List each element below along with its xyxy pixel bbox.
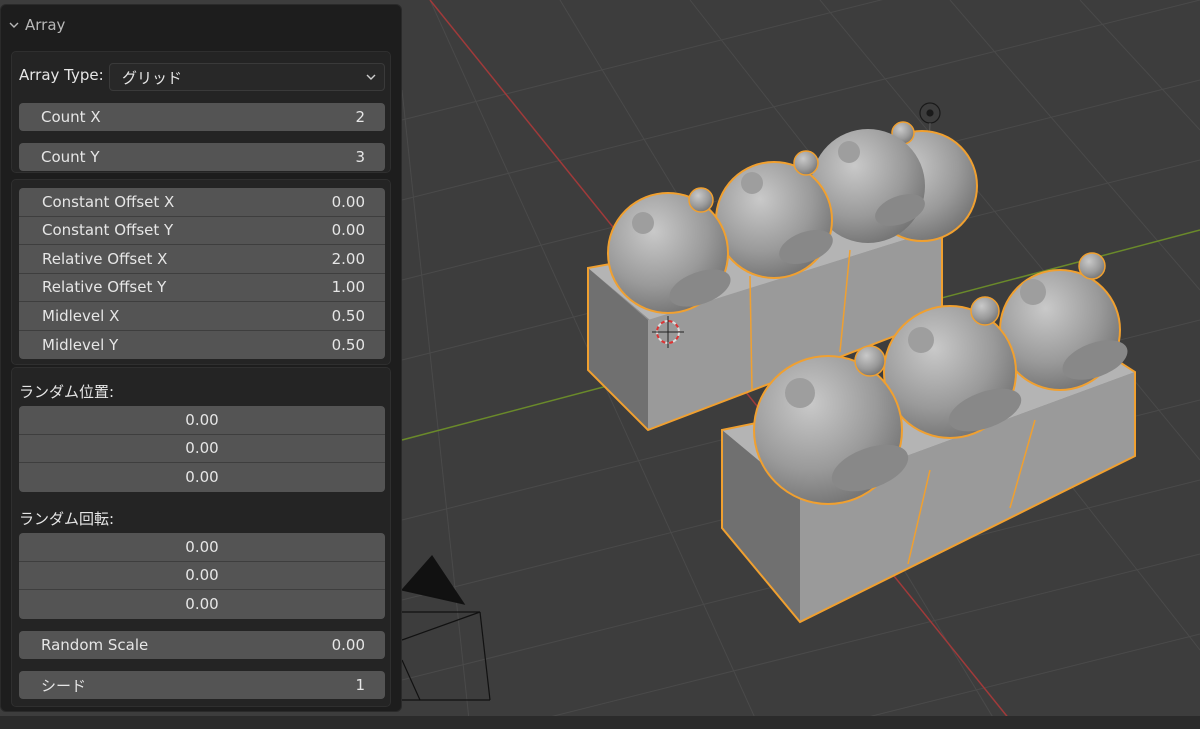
relative-offset-x-field[interactable]: Relative Offset X 2.00 (19, 245, 385, 274)
chevron-down-icon (366, 74, 376, 80)
seed-label: シード (41, 676, 87, 695)
midlevel-x-field[interactable]: Midlevel X 0.50 (19, 302, 385, 331)
field-label: Midlevel X (42, 306, 120, 325)
constant-offset-y-field[interactable]: Constant Offset Y 0.00 (19, 217, 385, 245)
relative-offset-y-field[interactable]: Relative Offset Y 1.00 (19, 274, 385, 302)
panel-title: Array (25, 16, 66, 34)
field-value: 2.00 (331, 249, 365, 268)
field-value: 0.00 (331, 192, 365, 211)
seed-value: 1 (355, 676, 365, 694)
random-rotation-label: ランダム回転: (19, 510, 115, 528)
field-value: 0.00 (331, 221, 365, 240)
field-value: 0.00 (185, 537, 219, 556)
field-value: 1.00 (331, 278, 365, 297)
random-scale-value: 0.00 (331, 636, 365, 654)
random-rotation-y-field[interactable]: 0.00 (19, 562, 385, 590)
random-location-x-field[interactable]: 0.00 (19, 406, 385, 435)
count-x-field[interactable]: Count X 2 (19, 103, 385, 131)
count-x-label: Count X (41, 108, 101, 126)
random-rotation-x-field[interactable]: 0.00 (19, 533, 385, 562)
field-value: 0.00 (185, 410, 219, 429)
array-type-value: グリッド (122, 68, 183, 87)
array-type-label: Array Type: (19, 66, 104, 84)
field-value: 0.00 (185, 566, 219, 585)
count-y-label: Count Y (41, 148, 100, 166)
status-bar (0, 716, 1200, 729)
random-scale-field[interactable]: Random Scale 0.00 (19, 631, 385, 659)
field-value: 0.00 (185, 439, 219, 458)
random-scale-label: Random Scale (41, 636, 149, 654)
field-label: Constant Offset Y (42, 221, 174, 240)
array-operator-panel: Array Array Type: グリッド Count X 2 Count Y… (0, 4, 402, 712)
field-label: Midlevel Y (42, 335, 119, 354)
random-location-z-field[interactable]: 0.00 (19, 463, 385, 492)
seed-field[interactable]: シード 1 (19, 671, 385, 699)
panel-header[interactable]: Array (9, 13, 65, 37)
random-location-fields: 0.00 0.00 0.00 (19, 406, 385, 492)
count-y-value: 3 (355, 148, 365, 166)
field-value: 0.00 (185, 595, 219, 614)
field-label: Relative Offset Y (42, 278, 167, 297)
count-y-field[interactable]: Count Y 3 (19, 143, 385, 171)
chevron-down-icon (9, 22, 19, 28)
random-rotation-fields: 0.00 0.00 0.00 (19, 533, 385, 619)
array-type-dropdown[interactable]: グリッド (109, 63, 385, 91)
random-location-y-field[interactable]: 0.00 (19, 435, 385, 463)
random-rotation-z-field[interactable]: 0.00 (19, 590, 385, 619)
random-location-label: ランダム位置: (19, 383, 115, 401)
count-x-value: 2 (355, 108, 365, 126)
field-value: 0.50 (331, 335, 365, 354)
field-value: 0.50 (331, 306, 365, 325)
field-label: Relative Offset X (42, 249, 168, 268)
offset-fields: Constant Offset X 0.00 Constant Offset Y… (19, 188, 385, 359)
constant-offset-x-field[interactable]: Constant Offset X 0.00 (19, 188, 385, 217)
midlevel-y-field[interactable]: Midlevel Y 0.50 (19, 331, 385, 360)
field-value: 0.00 (185, 468, 219, 487)
field-label: Constant Offset X (42, 192, 175, 211)
